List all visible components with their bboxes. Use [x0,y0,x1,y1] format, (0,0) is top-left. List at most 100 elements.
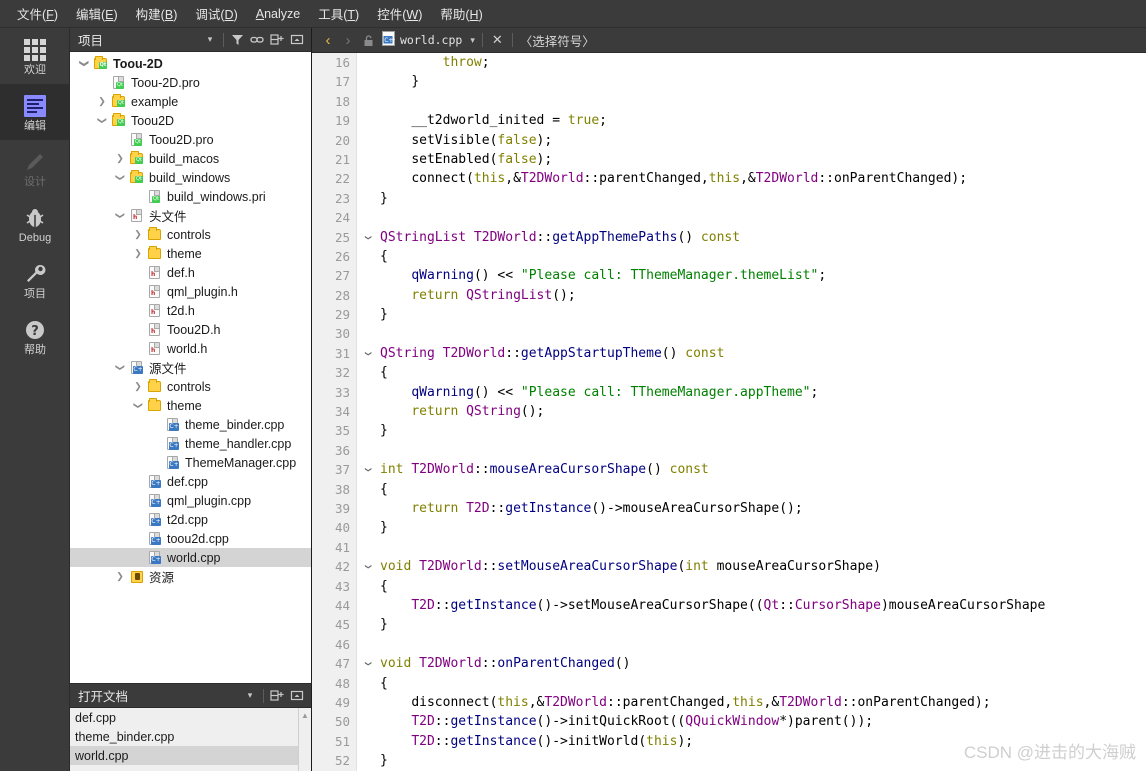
tree-item[interactable]: Qt Toou-2D.pro [70,73,311,92]
code-line[interactable]: 26 { [312,247,1146,266]
tree-item[interactable]: ❯ controls [70,377,311,396]
menu-item-6[interactable]: 工具(T) [309,1,368,26]
fold-marker-icon[interactable]: ❯ [357,347,376,361]
chevron-right-icon[interactable]: ❯ [112,572,128,581]
mode-button-欢迎[interactable]: 欢迎 [0,28,70,84]
chevron-right-icon[interactable]: ❯ [130,249,146,258]
code-line[interactable]: 25 ❯ QStringList T2DWorld::getAppThemePath… [312,228,1146,247]
fold-marker-icon[interactable]: ❯ [357,657,376,671]
chevron-down-icon[interactable]: ❯ [80,56,90,72]
code-line[interactable]: 27 qWarning() << "Please call: TThemeMan… [312,266,1146,285]
code-line[interactable]: 36 [312,441,1146,460]
menu-item-3[interactable]: 构建(B) [127,1,187,26]
chevron-down-icon[interactable]: ❯ [116,170,126,186]
open-document-item[interactable]: theme_binder.cpp [70,727,298,746]
code-line[interactable]: 38 { [312,480,1146,499]
code-line[interactable]: 44 T2D::getInstance()->setMouseAreaCurso… [312,596,1146,615]
navigate-back-button[interactable]: ‹ [318,33,338,48]
open-document-item[interactable]: world.cpp [70,746,298,765]
code-line[interactable]: 39 return T2D::getInstance()->mouseAreaC… [312,499,1146,518]
open-documents-list[interactable]: def.cpp theme_binder.cpp world.cpp [70,708,298,771]
chevron-right-icon[interactable]: ❯ [130,382,146,391]
tree-item[interactable]: C+ qml_plugin.cpp [70,491,311,510]
tree-item[interactable]: Qt Toou2D.pro [70,130,311,149]
navigate-forward-button[interactable]: › [338,33,358,48]
tree-item[interactable]: ❯ Qt example [70,92,311,111]
tree-item[interactable]: Qt build_windows.pri [70,187,311,206]
tree-item[interactable]: C+ world.cpp [70,548,311,567]
fold-marker-icon[interactable]: ❯ [357,463,376,477]
tree-item[interactable]: C+ theme_handler.cpp [70,434,311,453]
code-line[interactable]: 17 } [312,72,1146,91]
tree-item[interactable]: h Toou2D.h [70,320,311,339]
mode-button-编辑[interactable]: 编辑 [0,84,70,140]
tree-item[interactable]: ❯ h 头文件 [70,206,311,225]
scroll-up-icon[interactable]: ▲ [299,708,311,722]
menu-item-5[interactable]: Analyze [247,4,309,24]
open-document-item[interactable]: def.cpp [70,708,298,727]
code-line[interactable]: 46 [312,635,1146,654]
tree-item[interactable]: ❯ Qt build_macos [70,149,311,168]
chevron-down-icon[interactable]: ▾ [240,686,260,706]
tree-item[interactable]: C+ t2d.cpp [70,510,311,529]
filter-icon[interactable] [227,30,247,50]
chevron-right-icon[interactable]: ❯ [130,230,146,239]
code-line[interactable]: 48 { [312,674,1146,693]
collapse-icon[interactable] [287,30,307,50]
code-lines[interactable]: 16 throw; 17 } 18 19 __t2dworld_inited = tr… [312,53,1146,771]
tree-item[interactable]: h qml_plugin.h [70,282,311,301]
tree-item[interactable]: ❯ Qt Toou2D [70,111,311,130]
code-line[interactable]: 50 T2D::getInstance()->initQuickRoot((QQ… [312,712,1146,731]
code-line[interactable]: 31 ❯ QString T2DWorld::getAppStartupTheme(… [312,344,1146,363]
code-line[interactable]: 18 [312,92,1146,111]
code-line[interactable]: 32 { [312,363,1146,382]
code-line[interactable]: 41 [312,538,1146,557]
code-line[interactable]: 28 return QStringList(); [312,286,1146,305]
code-area[interactable]: 16 throw; 17 } 18 19 __t2dworld_inited = tr… [312,53,1146,771]
code-line[interactable]: 21 setEnabled(false); [312,150,1146,169]
code-line[interactable]: 30 [312,324,1146,343]
collapse-icon[interactable] [287,686,307,706]
fold-marker-icon[interactable]: ❯ [357,230,376,244]
chevron-down-icon[interactable]: ❯ [98,113,108,129]
tree-item[interactable]: C+ theme_binder.cpp [70,415,311,434]
code-line[interactable]: 37 ❯ int T2DWorld::mouseAreaCursorShape() … [312,460,1146,479]
chevron-down-icon[interactable]: ▾ [200,30,220,50]
menu-item-7[interactable]: 控件(W) [368,1,431,26]
tree-item[interactable]: C+ ThemeManager.cpp [70,453,311,472]
chevron-down-icon[interactable]: ❯ [116,360,126,376]
code-line[interactable]: 29} [312,305,1146,324]
code-line[interactable]: 45} [312,615,1146,634]
unlock-icon[interactable] [358,30,378,50]
code-line[interactable]: 51 T2D::getInstance()->initWorld(this); [312,732,1146,751]
menu-item-8[interactable]: 帮助(H) [431,1,491,26]
tree-item[interactable]: h t2d.h [70,301,311,320]
tree-item[interactable]: C+ toou2d.cpp [70,529,311,548]
tree-item[interactable]: ❯ Qt Toou-2D [70,54,311,73]
editor-file-chip[interactable]: C++ world.cpp [378,31,466,49]
code-line[interactable]: 43 { [312,577,1146,596]
file-dropdown-icon[interactable]: ▾ [466,35,479,46]
chevron-right-icon[interactable]: ❯ [112,154,128,163]
code-line[interactable]: 49 disconnect(this,&T2DWorld::parentChan… [312,693,1146,712]
code-line[interactable]: 23} [312,189,1146,208]
tree-item[interactable]: ❯ theme [70,396,311,415]
tree-item[interactable]: h def.h [70,263,311,282]
fold-marker-icon[interactable]: ❯ [357,560,376,574]
code-line[interactable]: 22 connect(this,&T2DWorld::parentChanged… [312,169,1146,188]
code-line[interactable]: 16 throw; [312,53,1146,72]
symbol-selector[interactable]: 〈选择符号〉 [516,31,595,50]
tree-item[interactable]: h world.h [70,339,311,358]
tree-item[interactable]: ❯ 资源 [70,567,311,586]
code-line[interactable]: 33 qWarning() << "Please call: TThemeMan… [312,383,1146,402]
code-line[interactable]: 34 return QString(); [312,402,1146,421]
mode-button-Debug[interactable]: Debug [0,196,70,252]
code-line[interactable]: 35} [312,421,1146,440]
code-line[interactable]: 40} [312,518,1146,537]
code-line[interactable]: 24 [312,208,1146,227]
close-document-button[interactable]: ✕ [486,32,509,48]
menu-item-2[interactable]: 编辑(E) [67,1,127,26]
tree-item[interactable]: ❯ controls [70,225,311,244]
project-tree[interactable]: ❯ Qt Toou-2D Qt Toou-2D.pro ❯ Qt example ❯ Qt Toou… [70,52,311,683]
code-line[interactable]: 52} [312,751,1146,770]
